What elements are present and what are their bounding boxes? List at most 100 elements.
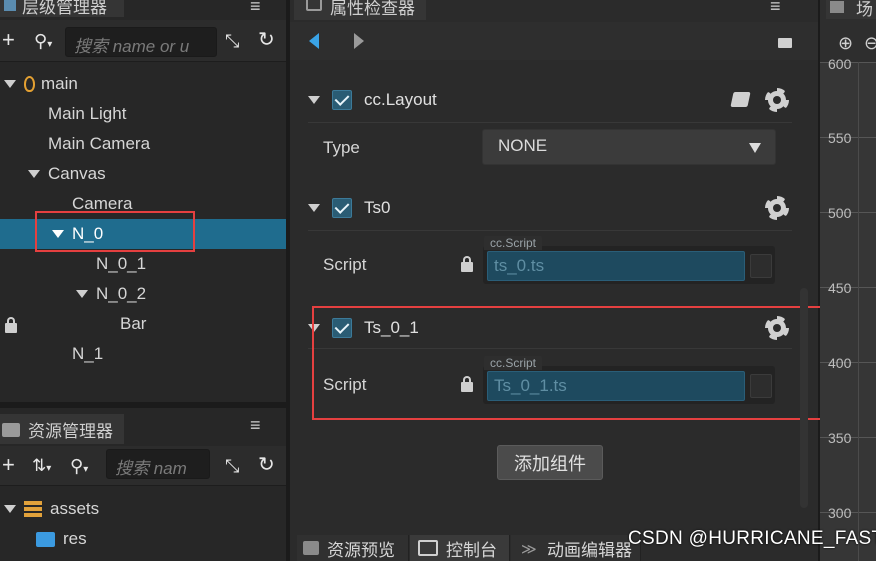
layout-type-select[interactable]: NONE: [482, 129, 776, 165]
inspector-menu-icon[interactable]: ≡: [770, 0, 781, 17]
tree-node-n1[interactable]: N_1: [0, 339, 286, 369]
database-icon: [24, 500, 42, 518]
expand-arrow-icon[interactable]: [28, 170, 40, 178]
tab-label: 资源预览: [327, 540, 395, 560]
zoom-out-icon[interactable]: ⊖: [864, 33, 876, 54]
search-type-icon[interactable]: ⚲▾: [70, 455, 88, 481]
inspector-tab[interactable]: 属性检查器: [294, 0, 426, 20]
script-type-tag: cc.Script: [484, 236, 543, 250]
prop-label-script: Script: [323, 255, 367, 274]
forward-arrow-icon[interactable]: [354, 33, 364, 49]
select-value: NONE: [498, 136, 548, 155]
tree-node-n0-2[interactable]: N_0_2: [0, 279, 286, 309]
tree-node-label: N_0_2: [96, 284, 147, 303]
script-asset-field[interactable]: ts_0.ts: [487, 251, 745, 281]
refresh-icon[interactable]: ↻: [258, 29, 275, 51]
chevron-down-icon: [749, 143, 761, 153]
assets-tab-label: 资源管理器: [28, 421, 113, 441]
sort-icon[interactable]: ⇅▾: [32, 455, 51, 480]
hierarchy-panel: 层级管理器 ≡ + ⚲▾ 搜索 name or u ⤡ ↻ main Main …: [0, 0, 286, 402]
watermark: CSDN @HURRICANE_FAST: [628, 528, 876, 549]
ruler-tick: 350: [828, 430, 852, 446]
expand-arrow-icon[interactable]: [4, 505, 16, 513]
inspector-panel: 属性检查器 ≡ cc.Layout Type NONE Ts0 Script c…: [290, 0, 822, 561]
scene-panel: 场 ⊕ ⊖ 600 550 500 450 400 350 300: [820, 0, 876, 561]
grid-line: [858, 62, 859, 561]
collapse-arrow-icon[interactable]: [308, 204, 320, 212]
fire-icon: [24, 76, 35, 92]
hierarchy-search-input[interactable]: 搜索 name or u: [65, 27, 217, 57]
tree-node-main-camera[interactable]: Main Camera: [0, 129, 286, 159]
book-icon[interactable]: [730, 92, 751, 107]
gear-icon[interactable]: [765, 88, 789, 112]
preview-icon: [303, 541, 319, 555]
hierarchy-menu-icon[interactable]: ≡: [250, 0, 261, 17]
unlock-icon[interactable]: [778, 38, 792, 48]
component-header-layout[interactable]: cc.Layout: [308, 80, 792, 120]
add-component-button[interactable]: 添加组件: [497, 445, 603, 480]
inspector-tab-icon: [306, 0, 322, 11]
hierarchy-tab[interactable]: 层级管理器: [0, 0, 124, 17]
tree-node-n0-1[interactable]: N_0_1: [0, 249, 286, 279]
asset-label: res: [63, 529, 87, 548]
hierarchy-tab-label: 层级管理器: [22, 0, 107, 17]
lock-icon: [461, 256, 473, 272]
assets-search-input[interactable]: 搜索 nam: [106, 449, 210, 479]
scene-tab-icon: [830, 1, 844, 13]
tree-node-label: N_0_1: [96, 254, 147, 273]
divider: [308, 122, 792, 123]
refresh-icon[interactable]: ↻: [258, 454, 275, 476]
collapse-icon[interactable]: ⤡: [225, 30, 239, 52]
component-title: Ts0: [364, 198, 391, 217]
tab-asset-preview[interactable]: 资源预览: [297, 535, 409, 561]
component-enabled-checkbox[interactable]: [332, 90, 352, 110]
component-header-ts0[interactable]: Ts0: [308, 188, 792, 228]
tab-console[interactable]: 控制台: [410, 535, 510, 561]
assets-menu-icon[interactable]: ≡: [250, 415, 261, 436]
locate-asset-icon[interactable]: [750, 254, 772, 278]
asset-item-res[interactable]: res: [0, 524, 286, 554]
divider: [308, 230, 792, 231]
component-enabled-checkbox[interactable]: [332, 198, 352, 218]
back-arrow-icon[interactable]: [309, 33, 319, 49]
inspector-scrollbar[interactable]: [800, 288, 808, 508]
ruler-tick: 550: [828, 130, 852, 146]
inspector-tab-label: 属性检查器: [330, 0, 415, 18]
expand-arrow-icon[interactable]: [76, 290, 88, 298]
tree-node-label: Main Light: [48, 104, 127, 123]
assets-tab[interactable]: 资源管理器: [0, 414, 124, 444]
ruler-tick: 400: [828, 355, 852, 371]
ruler-tick: 500: [828, 205, 852, 221]
tree-node-main-light[interactable]: Main Light: [0, 99, 286, 129]
zoom-in-icon[interactable]: ⊕: [838, 33, 853, 54]
ruler-tick: 300: [828, 505, 852, 521]
tree-node-canvas[interactable]: Canvas: [0, 159, 286, 189]
tree-node-main[interactable]: main: [0, 69, 286, 99]
gear-icon[interactable]: [765, 316, 789, 340]
scene-tab-label: 场: [856, 0, 873, 19]
expand-arrow-icon[interactable]: [4, 80, 16, 88]
tree-node-label: Main Camera: [48, 134, 151, 153]
folder-icon: [36, 531, 55, 547]
collapse-arrow-icon[interactable]: [308, 96, 320, 104]
tab-label: 动画编辑器: [547, 540, 632, 560]
gear-icon[interactable]: [765, 196, 789, 220]
assets-toolbar: + ⇅▾ ⚲▾ 搜索 nam ⤡ ↻: [0, 446, 286, 486]
tab-label: 控制台: [446, 540, 497, 560]
add-node-icon[interactable]: +: [2, 29, 15, 51]
scene-tab[interactable]: 场: [826, 0, 876, 19]
highlight-box-n0: [35, 211, 195, 252]
search-type-icon[interactable]: ⚲▾: [34, 30, 52, 56]
tree-node-label: N_1: [72, 344, 104, 363]
tab-animation-editor[interactable]: ≫ 动画编辑器: [511, 535, 641, 561]
tree-node-bar[interactable]: Bar: [0, 309, 286, 339]
lock-icon[interactable]: [5, 317, 17, 333]
collapse-icon[interactable]: ⤡: [225, 455, 239, 477]
assets-panel: 资源管理器 ≡ + ⇅▾ ⚲▾ 搜索 nam ⤡ ↻ assets res: [0, 408, 286, 561]
ruler-tick: 600: [828, 56, 852, 72]
highlight-box-ts0-1: [312, 306, 822, 420]
add-asset-icon[interactable]: +: [2, 454, 15, 476]
asset-item-assets[interactable]: assets: [0, 494, 286, 524]
tree-node-label: Bar: [120, 314, 147, 333]
prop-label-type: Type: [323, 138, 360, 157]
